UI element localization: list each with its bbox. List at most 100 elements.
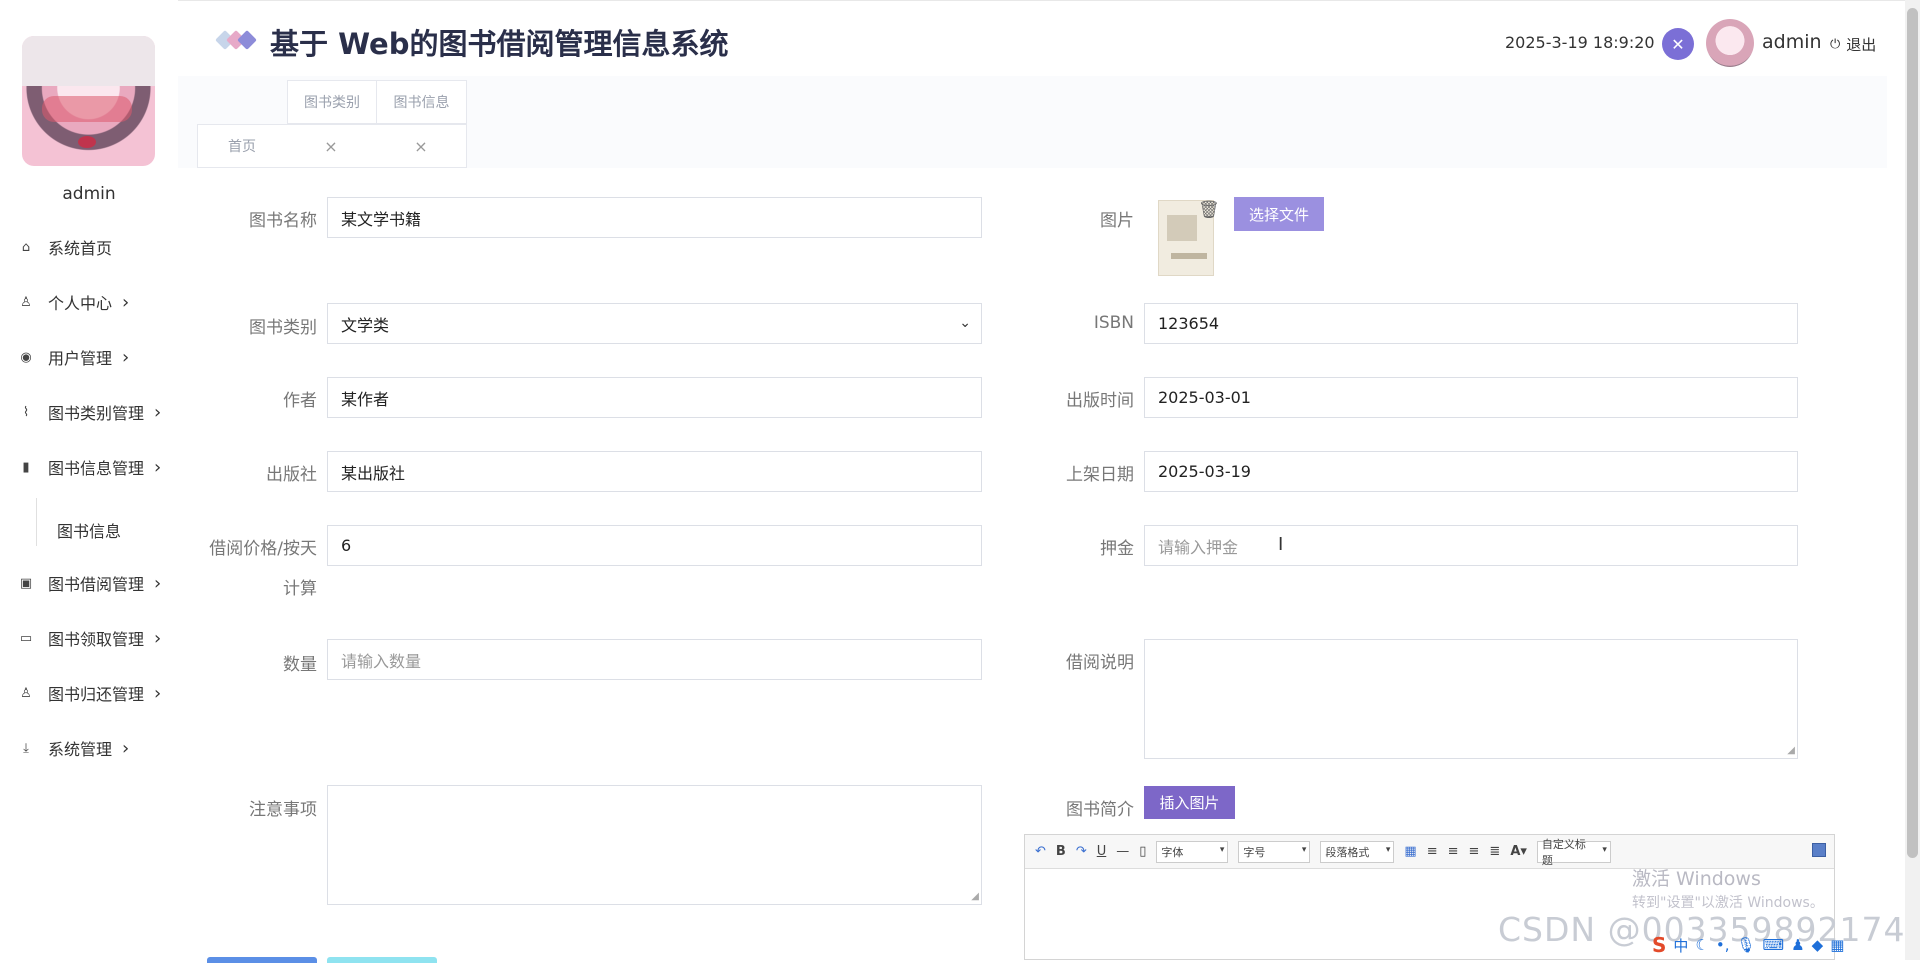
deposit-input[interactable]: 请输入押金 — [1144, 525, 1798, 566]
isbn-input[interactable]: 123654 — [1144, 303, 1798, 344]
horizontal-rule-icon[interactable]: — — [1116, 844, 1129, 859]
insert-image-button[interactable]: 插入图片 — [1144, 786, 1235, 819]
sidebar-item-pickup[interactable]: ▭ 图书领取管理 › — [18, 623, 161, 653]
avatar-hair — [22, 36, 155, 86]
font-select[interactable]: 字体 — [1156, 840, 1229, 863]
intro-label: 图书简介 — [1066, 800, 1134, 820]
custom-title-select[interactable]: 自定义标题 — [1536, 838, 1611, 867]
sidebar-item-borrow[interactable]: ▣ 图书借阅管理 › — [18, 568, 161, 598]
sidebar-item-home[interactable]: ⌂ 系统首页 — [18, 232, 112, 262]
trash-icon[interactable]: 🗑 — [1198, 200, 1220, 220]
chevron-right-icon: › — [154, 627, 162, 649]
align-left-icon[interactable]: ≡ — [1427, 844, 1438, 859]
sidebar-item-return[interactable]: ♙ 图书归还管理 › — [18, 678, 161, 708]
ime-apps-icon[interactable]: ▦ — [1830, 936, 1844, 954]
ime-shirt-icon[interactable]: ◆ — [1812, 936, 1824, 954]
sidebar-item-book-category[interactable]: ⌇ 图书类别管理 › — [18, 397, 161, 427]
fullscreen-icon[interactable]: ✕ — [1662, 28, 1694, 60]
sidebar-item-system[interactable]: ⤓ 系统管理 › — [18, 733, 129, 763]
chevron-right-icon: › — [154, 456, 162, 478]
header-avatar[interactable] — [1706, 19, 1754, 67]
ime-punct-icon[interactable]: •, — [1716, 936, 1730, 954]
cover-art — [1167, 215, 1197, 241]
quantity-label: 数量 — [283, 655, 317, 675]
tab-close-slot: × — [376, 124, 467, 168]
resize-handle-icon[interactable]: ◢ — [1787, 745, 1795, 756]
cancel-button[interactable] — [327, 957, 437, 963]
category-select[interactable]: 文学类 ⌄ — [327, 303, 982, 344]
document-icon[interactable]: ▯ — [1139, 844, 1146, 859]
home-icon: ⌂ — [21, 239, 31, 255]
paragraph-select[interactable]: 段落格式 — [1320, 840, 1395, 863]
page-scrollbar[interactable] — [1905, 0, 1920, 960]
tab-home[interactable]: 首页 — [197, 124, 287, 168]
ime-chinese-icon[interactable]: 中 — [1673, 935, 1688, 956]
fullscreen-editor-icon[interactable] — [1812, 843, 1826, 857]
header-username[interactable]: admin — [1762, 31, 1822, 53]
sidebar-item-label: 用户管理 — [48, 349, 113, 368]
publisher-input[interactable]: 某出版社 — [327, 451, 982, 492]
ime-moon-icon[interactable]: ☾ — [1695, 936, 1708, 954]
align-center-icon[interactable]: ≡ — [1469, 844, 1480, 859]
tab-book-info[interactable]: 图书信息 — [376, 80, 467, 124]
shelf-date-input[interactable]: 2025-03-19 — [1144, 451, 1798, 492]
sogou-icon[interactable]: S — [1652, 933, 1666, 957]
header: 基于 Web的图书借阅管理信息系统 2025-3-19 18:9:20 ✕ ad… — [178, 0, 1920, 80]
align-right-icon[interactable]: ≡ — [1448, 844, 1459, 859]
deposit-label: 押金 — [1100, 539, 1134, 559]
quantity-input[interactable]: 请输入数量 — [327, 639, 982, 680]
person-icon: ♙ — [20, 294, 32, 310]
pub-date-input[interactable]: 2025-03-01 — [1144, 377, 1798, 418]
choose-file-button[interactable]: 选择文件 — [1234, 197, 1324, 231]
close-icon[interactable]: × — [414, 137, 427, 156]
logo-icon — [215, 30, 258, 50]
sidebar-subitem-book-info[interactable]: 图书信息 — [57, 518, 121, 542]
sidebar-item-users[interactable]: ◉ 用户管理 › — [18, 342, 129, 372]
text-cursor-icon: I — [1278, 534, 1284, 555]
borrow-note-textarea[interactable]: ◢ — [1144, 639, 1798, 759]
sidebar-item-label: 系统首页 — [48, 239, 113, 258]
scrollbar-thumb[interactable] — [1907, 8, 1918, 858]
activate-windows-hint: 转到"设置"以激活 Windows。 — [1632, 895, 1824, 911]
image-label: 图片 — [1100, 211, 1134, 231]
notice-textarea[interactable]: ◢ — [327, 785, 982, 905]
author-label: 作者 — [283, 391, 317, 411]
table-icon[interactable]: ▦ — [1404, 844, 1416, 859]
box-icon: ▭ — [19, 630, 33, 646]
tab-book-category[interactable]: 图书类别 — [287, 80, 377, 124]
close-icon[interactable]: × — [324, 137, 337, 156]
price-input[interactable]: 6 — [327, 525, 982, 566]
bar-chart-icon: ▮ — [22, 459, 30, 475]
category-label: 图书类别 — [249, 318, 317, 338]
category-value: 文学类 — [341, 315, 390, 335]
logout-button[interactable]: ⏻ 退出 — [1830, 34, 1876, 55]
font-size-select[interactable]: 字号 — [1238, 840, 1311, 863]
chevron-right-icon: › — [154, 572, 162, 594]
mic-icon[interactable]: 🎙 — [1737, 936, 1756, 954]
chevron-right-icon: › — [122, 737, 130, 759]
author-input[interactable]: 某作者 — [327, 377, 982, 418]
ime-toolbar: S 中 ☾ •, 🎙 ⌨ ♟ ◆ ▦ — [1652, 932, 1844, 958]
sidebar: admin ⌂ 系统首页 ♙ 个人中心 › ◉ 用户管理 › ⌇ 图书类别管理 … — [0, 0, 178, 960]
align-justify-icon[interactable]: ≣ — [1489, 844, 1500, 859]
resize-handle-icon[interactable]: ◢ — [971, 891, 979, 902]
price-label: 借阅价格/按天 — [209, 539, 317, 559]
submit-button[interactable] — [207, 957, 317, 963]
ime-skin-icon[interactable]: ♟ — [1791, 936, 1804, 954]
tab-label: 首页 — [228, 139, 256, 155]
sidebar-item-label: 图书归还管理 — [48, 685, 145, 704]
avatar[interactable] — [22, 36, 155, 166]
tab-label: 图书信息 — [393, 95, 450, 111]
sidebar-item-personal[interactable]: ♙ 个人中心 › — [18, 287, 129, 317]
bold-icon[interactable]: B — [1056, 844, 1066, 859]
sidebar-item-label: 图书领取管理 — [48, 630, 145, 649]
book-name-input[interactable]: 某文学书籍 — [327, 197, 982, 238]
underline-icon[interactable]: U — [1097, 844, 1107, 859]
sidebar-item-book-info[interactable]: ▮ 图书信息管理 › — [18, 452, 161, 482]
pub-date-label: 出版时间 — [1066, 391, 1134, 411]
redo-icon[interactable]: ↷ — [1076, 844, 1087, 859]
font-color-icon[interactable]: A▾ — [1510, 844, 1527, 859]
undo-icon[interactable]: ↶ — [1035, 844, 1046, 859]
keyboard-icon[interactable]: ⌨ — [1763, 936, 1785, 954]
isbn-label: ISBN — [1093, 313, 1134, 333]
